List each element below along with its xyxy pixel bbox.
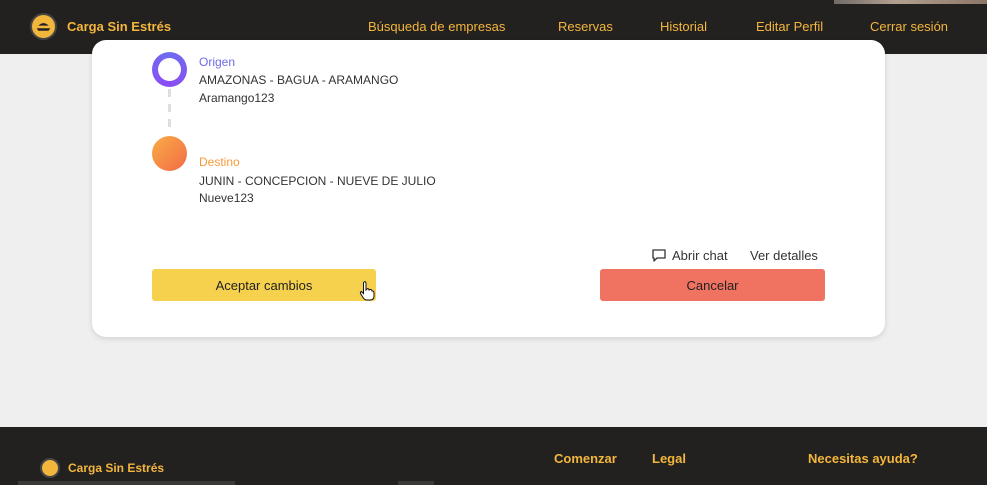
route-dash: [168, 104, 171, 112]
open-chat-link[interactable]: Abrir chat: [652, 248, 728, 263]
nav-historial[interactable]: Historial: [660, 19, 707, 34]
destination-label: Destino: [199, 155, 240, 169]
brand[interactable]: Carga Sin Estrés: [30, 13, 171, 40]
origin-location: AMAZONAS - BAGUA - ARAMANGO: [199, 73, 399, 87]
footer-link-legal[interactable]: Legal: [652, 451, 686, 466]
destination-marker-icon: [152, 136, 187, 171]
chat-icon: [652, 249, 666, 262]
accept-changes-button[interactable]: Aceptar cambios: [152, 269, 376, 301]
origin-label: Origen: [199, 55, 236, 69]
view-details-label: Ver detalles: [750, 248, 818, 263]
footer-link-ayuda[interactable]: Necesitas ayuda?: [808, 451, 918, 466]
nav-busqueda-empresas[interactable]: Búsqueda de empresas: [368, 19, 505, 34]
open-chat-label: Abrir chat: [672, 248, 728, 263]
destination-location: JUNIN - CONCEPCION - NUEVE DE JULIO: [199, 174, 436, 188]
cancel-button[interactable]: Cancelar: [600, 269, 825, 301]
truck-logo-icon: [40, 458, 60, 478]
truck-logo-icon: [30, 13, 57, 40]
nav-editar-perfil[interactable]: Editar Perfil: [756, 19, 823, 34]
view-details-link[interactable]: Ver detalles: [750, 248, 818, 263]
hand-pointer-cursor-icon: [359, 281, 375, 301]
footer-divider: [18, 481, 235, 485]
footer-link-comenzar[interactable]: Comenzar: [554, 451, 617, 466]
brand-name: Carga Sin Estrés: [67, 19, 172, 34]
footer-brand[interactable]: Carga Sin Estrés: [40, 458, 164, 478]
footer-brand-name: Carga Sin Estrés: [68, 461, 165, 475]
nav-cerrar-sesion[interactable]: Cerrar sesión: [870, 19, 948, 34]
route-dash: [168, 89, 171, 97]
footer-divider: [398, 481, 434, 485]
corner-image: [834, 0, 987, 4]
route-dash: [168, 119, 171, 127]
origin-address: Aramango123: [199, 91, 275, 105]
footer: Carga Sin Estrés Comenzar Legal Necesita…: [0, 427, 987, 485]
nav-reservas[interactable]: Reservas: [558, 19, 613, 34]
origin-marker-icon: [152, 52, 187, 87]
destination-address: Nueve123: [199, 191, 254, 205]
